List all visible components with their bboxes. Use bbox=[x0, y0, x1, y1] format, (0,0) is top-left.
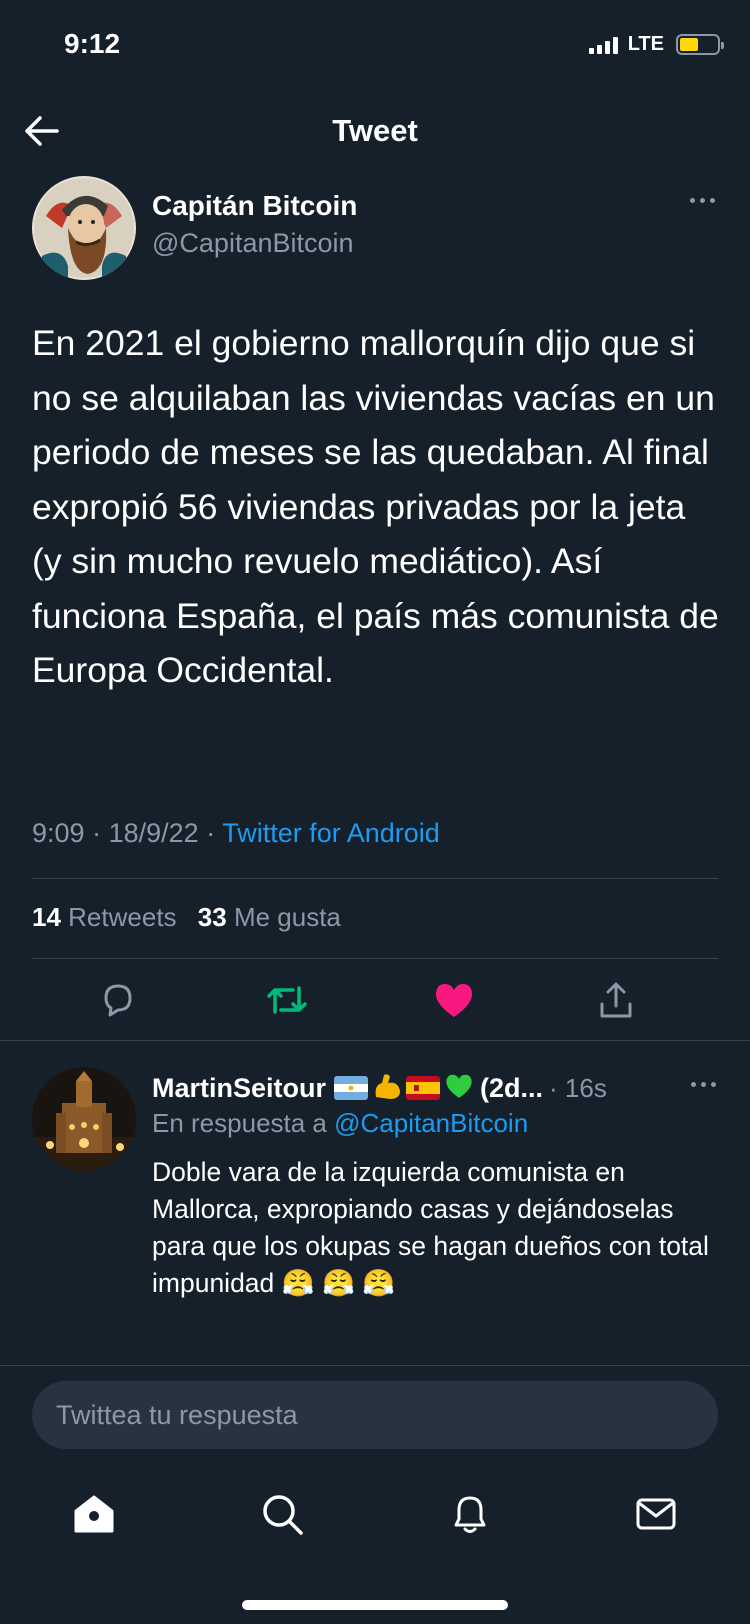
spain-flag-icon bbox=[406, 1076, 441, 1100]
status-time: 9:12 bbox=[64, 28, 121, 59]
tab-notifications[interactable] bbox=[440, 1484, 500, 1544]
notifications-icon bbox=[454, 1496, 486, 1533]
heart-filled-icon bbox=[435, 984, 473, 1017]
tweet-date: 18/9/22 bbox=[108, 818, 199, 848]
more-dot bbox=[701, 1082, 706, 1087]
more-options-button[interactable] bbox=[682, 188, 722, 212]
tweet-source-link[interactable]: Twitter for Android bbox=[222, 818, 440, 848]
more-dot bbox=[689, 197, 695, 203]
more-dot bbox=[709, 197, 715, 203]
like-button[interactable] bbox=[432, 978, 476, 1022]
tweet-stats: 14 Retweets 33 Me gusta bbox=[32, 902, 341, 933]
author-name[interactable]: Capitán Bitcoin bbox=[152, 190, 357, 222]
tweet-text: En 2021 el gobierno mallorquín dijo que … bbox=[32, 323, 719, 690]
flexed-biceps-icon bbox=[372, 1071, 402, 1106]
tab-messages[interactable] bbox=[626, 1484, 686, 1544]
reply-name-emojis bbox=[334, 1071, 474, 1106]
home-icon bbox=[74, 1495, 114, 1533]
status-indicators: LTE bbox=[588, 33, 724, 56]
retweets-stat[interactable]: 14 Retweets bbox=[32, 902, 177, 932]
tweet-time: 9:09 bbox=[32, 818, 85, 848]
more-dot bbox=[711, 1082, 716, 1087]
reply-author-avatar[interactable] bbox=[32, 1067, 136, 1171]
battery-icon bbox=[676, 34, 724, 55]
home-indicator bbox=[242, 1600, 508, 1610]
search-icon bbox=[263, 1495, 303, 1535]
tab-bar bbox=[0, 1476, 750, 1556]
share-button[interactable] bbox=[594, 978, 638, 1022]
divider bbox=[32, 878, 718, 879]
signal-icon bbox=[588, 36, 618, 54]
replying-to-label: En respuesta a bbox=[152, 1108, 327, 1138]
network-label: LTE bbox=[627, 33, 664, 55]
replying-to: En respuesta a @CapitanBitcoin bbox=[152, 1108, 528, 1139]
more-dot bbox=[699, 197, 705, 203]
status-bar: 9:12 LTE bbox=[0, 0, 750, 90]
reply-compose-box[interactable] bbox=[32, 1381, 718, 1449]
reply-more-options-button[interactable] bbox=[691, 1082, 716, 1087]
page-title: Tweet bbox=[332, 113, 418, 148]
avatar-illustration bbox=[32, 176, 136, 280]
tweet-author: Capitán Bitcoin @CapitanBitcoin bbox=[32, 176, 722, 280]
more-dot bbox=[691, 1082, 696, 1087]
retweets-count: 14 bbox=[32, 902, 61, 932]
reply-name-truncated: (2d... bbox=[480, 1072, 544, 1103]
reply-text: Doble vara de la izquierda comunista en … bbox=[152, 1157, 709, 1298]
likes-count: 33 bbox=[197, 902, 227, 932]
tab-home[interactable] bbox=[64, 1484, 124, 1544]
author-avatar[interactable] bbox=[32, 176, 136, 280]
retweet-button[interactable] bbox=[265, 978, 309, 1022]
meta-separator: · bbox=[92, 818, 102, 848]
tab-search[interactable] bbox=[252, 1484, 312, 1544]
retweets-label: Retweets bbox=[68, 902, 177, 932]
messages-icon bbox=[636, 1498, 676, 1530]
author-handle[interactable]: @CapitanBitcoin bbox=[152, 228, 354, 259]
bottom-panel bbox=[0, 1365, 750, 1624]
likes-stat[interactable]: 33 Me gusta bbox=[198, 902, 341, 932]
retweet-icon bbox=[267, 986, 307, 1014]
reply-tweet[interactable]: MartinSeitour (2d... · 16s En respuesta … bbox=[0, 1042, 750, 1362]
top-bar: Tweet bbox=[0, 95, 750, 171]
reply-header: MartinSeitour (2d... · 16s bbox=[152, 1068, 722, 1108]
reply-icon bbox=[104, 984, 132, 1017]
reply-time: · 16s bbox=[549, 1072, 607, 1103]
argentina-flag-icon bbox=[334, 1076, 369, 1100]
replying-to-handle[interactable]: @CapitanBitcoin bbox=[334, 1108, 528, 1138]
likes-label: Me gusta bbox=[233, 902, 341, 932]
tweet-meta: 9:09 · 18/9/22 · Twitter for Android bbox=[32, 818, 440, 849]
divider bbox=[0, 1040, 750, 1041]
share-icon bbox=[600, 982, 632, 1018]
avatar-illustration bbox=[32, 1067, 136, 1171]
green-heart-icon bbox=[444, 1072, 474, 1105]
reply-author-name[interactable]: MartinSeitour bbox=[152, 1073, 326, 1104]
tweet-actions bbox=[32, 968, 718, 1038]
meta-separator: · bbox=[206, 818, 216, 848]
divider bbox=[32, 958, 718, 959]
reply-button[interactable] bbox=[96, 978, 140, 1022]
reply-input[interactable] bbox=[32, 1381, 718, 1449]
